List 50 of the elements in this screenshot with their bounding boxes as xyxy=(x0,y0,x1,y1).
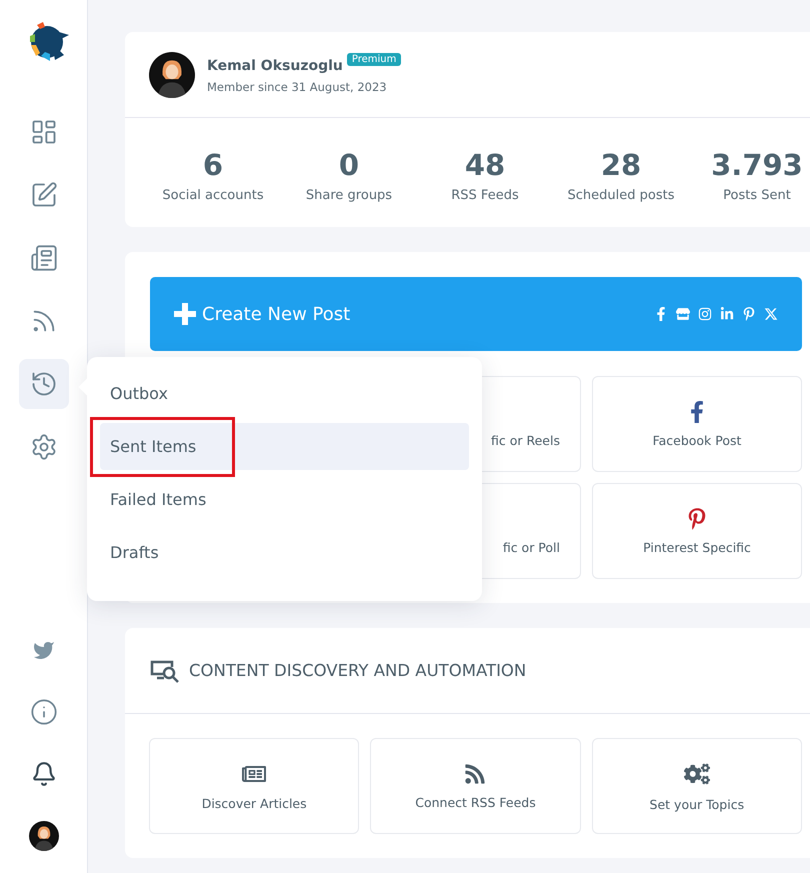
history-icon xyxy=(30,370,58,398)
linkedin-icon xyxy=(720,307,734,321)
stat-label: Share groups xyxy=(306,188,392,203)
gears-icon xyxy=(684,760,710,786)
user-avatar xyxy=(28,821,58,851)
edit-icon xyxy=(30,181,58,209)
x-icon xyxy=(764,307,778,321)
pinterest-icon xyxy=(742,307,756,321)
menu-item[interactable]: Sent Items xyxy=(100,423,469,470)
newspaper-icon xyxy=(30,244,58,272)
stat-value: 3.793 xyxy=(711,148,803,182)
member-since: Member since 31 August, 2023 xyxy=(207,80,388,94)
tile-label: Pinterest Specific xyxy=(643,540,751,554)
tile-label: fic or Reels xyxy=(491,432,560,448)
post-type-tile[interactable]: Pinterest Specific xyxy=(592,483,802,579)
pinterest-icon xyxy=(686,508,708,530)
store-icon xyxy=(676,307,690,321)
rss-icon xyxy=(464,762,486,784)
discovery-tile[interactable]: Connect RSS Feeds xyxy=(370,738,581,834)
menu-item[interactable]: Failed Items xyxy=(100,476,469,523)
bell-icon[interactable] xyxy=(30,761,56,787)
menu-item[interactable]: Drafts xyxy=(100,529,469,576)
premium-badge: Premium xyxy=(346,53,402,66)
stat-value: 48 xyxy=(464,148,506,182)
stat-value: 0 xyxy=(338,148,360,182)
user-name: Kemal Oksuzoglu xyxy=(207,58,343,74)
tile-label: Set your Topics xyxy=(650,796,744,812)
dashboard-icon xyxy=(30,118,58,146)
monitor-search-icon xyxy=(149,658,179,682)
instagram-icon xyxy=(698,307,712,321)
stat-label: Scheduled posts xyxy=(568,188,674,203)
stat-label: RSS Feeds xyxy=(451,188,519,203)
tile-label: Connect RSS Feeds xyxy=(415,794,536,810)
plus-icon xyxy=(174,303,196,325)
section-title: CONTENT DISCOVERY AND AUTOMATION xyxy=(189,661,526,680)
stat-label: Posts Sent xyxy=(723,188,791,203)
tile-label: Facebook Post xyxy=(652,432,742,448)
stat-value: 6 xyxy=(202,148,224,182)
settings-icon xyxy=(30,433,58,461)
tile-label: fic or Poll xyxy=(502,540,560,554)
tile-label: Discover Articles xyxy=(202,796,307,810)
stat-value: 28 xyxy=(600,148,642,182)
profile-avatar xyxy=(149,52,195,98)
discovery-tile[interactable]: Set your Topics xyxy=(592,738,802,834)
sidebar-item-active[interactable] xyxy=(18,359,68,409)
discovery-tile[interactable]: Discover Articles xyxy=(149,738,360,834)
stat-label: Social accounts xyxy=(162,188,264,203)
info-icon[interactable] xyxy=(30,698,58,726)
post-type-tile[interactable]: Facebook Post xyxy=(592,376,802,472)
menu-item[interactable]: Outbox xyxy=(100,370,469,417)
